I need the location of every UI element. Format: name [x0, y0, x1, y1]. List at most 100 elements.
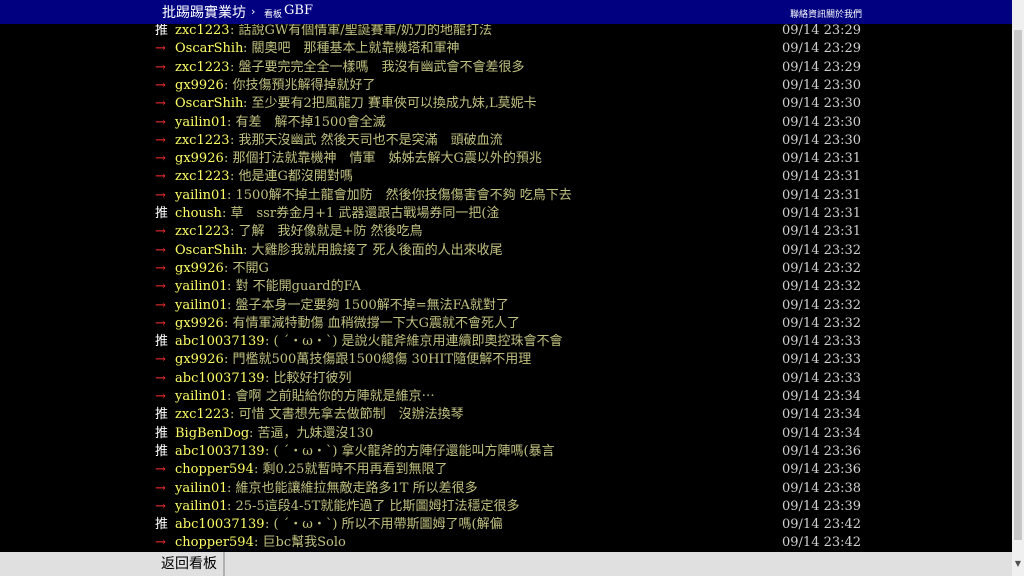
- push-time: 09/14 23:34: [782, 389, 862, 404]
- push-time: 09/14 23:32: [782, 279, 862, 295]
- push-userid: abc10037139: [175, 334, 265, 350]
- push-time: 09/14 23:32: [782, 260, 862, 276]
- push-time: 09/14 23:30: [782, 132, 862, 148]
- push-row: → gx9926: 你技傷預兆解得掉就好了 09/14 23:30: [0, 77, 1012, 95]
- push-time: 09/14 23:31: [782, 187, 862, 203]
- push-tag: 推: [155, 206, 169, 221]
- push-userid: chopper594: [175, 462, 254, 478]
- arrow-tag: →: [155, 260, 166, 276]
- push-row: → zxc1223: 他是連G都沒開對嗎 09/14 23:31: [0, 168, 1012, 186]
- breadcrumb-arrow: ›: [251, 5, 256, 18]
- push-userid: zxc1223: [175, 24, 230, 38]
- push-time: 09/14 23:42: [782, 517, 862, 533]
- arrow-tag: →: [155, 279, 166, 295]
- push-userid: gx9926: [175, 260, 224, 276]
- arrow-tag: →: [155, 151, 166, 167]
- bottom-bar: 返回看板: [0, 552, 1012, 576]
- contact-link[interactable]: 聯絡資訊: [790, 7, 826, 20]
- arrow-tag: →: [155, 480, 166, 496]
- arrow-tag: →: [155, 462, 166, 478]
- arrow-tag: →: [155, 169, 166, 185]
- push-content: : 有差 解不掉1500會全滅: [227, 114, 386, 130]
- push-time: 09/14 23:31: [782, 224, 862, 240]
- push-row: 推 abc10037139: ( ´・ω・`) 所以不用帶斯圖姆了嗎(解偏 09/1…: [0, 516, 1012, 534]
- push-row: → yailin01: 對 不能開guard的FA 09/14 23:32: [0, 278, 1012, 296]
- push-time: 09/14 23:30: [782, 114, 862, 130]
- push-content: : 門檻就500萬技傷跟1500總傷 30HIT隨便解不用理: [224, 352, 532, 368]
- scroll-down-arrow-icon[interactable]: ▼: [1014, 556, 1022, 572]
- arrow-tag: →: [155, 59, 166, 75]
- push-time: 09/14 23:29: [782, 59, 862, 75]
- arrow-tag: →: [155, 187, 166, 203]
- arrow-tag: →: [155, 224, 166, 240]
- push-time: 09/14 23:31: [782, 206, 862, 221]
- push-time: 09/14 23:42: [782, 535, 862, 551]
- push-userid: abc10037139: [175, 443, 265, 459]
- board-name-link[interactable]: GBF: [284, 3, 313, 18]
- push-time: 09/14 23:31: [782, 151, 862, 167]
- push-userid: chopper594: [175, 535, 254, 551]
- push-content: : 盤子本身一定要夠 1500解不掉=無法FA就對了: [227, 297, 509, 313]
- push-content: : 不開G: [224, 260, 269, 276]
- push-userid: zxc1223: [175, 169, 230, 185]
- board-label: 看板: [264, 10, 283, 20]
- push-content: : 可惜 文書想先拿去做節制 沒辦法換琴: [230, 407, 464, 423]
- about-link[interactable]: 關於我們: [826, 7, 862, 20]
- push-content: : 對 不能開guard的FA: [227, 279, 361, 295]
- push-content: : 他是連G都沒開對嗎: [230, 169, 353, 185]
- arrow-tag: →: [155, 297, 166, 313]
- push-row: → chopper594: 剩0.25就暫時不用再看到無限了 09/14 23:36: [0, 461, 1012, 479]
- push-row: → gx9926: 那個打法就靠機神 情軍 姊姊去解大G震以外的預兆 09/14 2…: [0, 150, 1012, 168]
- push-userid: gx9926: [175, 352, 224, 368]
- push-tag: 推: [155, 24, 169, 38]
- push-content: : 我那天沒幽武 然後天司也不是突滿 頭破血流: [230, 132, 503, 148]
- push-content: : 有情軍減特動傷 血稍微撐一下大G震就不會死人了: [224, 315, 521, 331]
- push-userid: abc10037139: [175, 517, 265, 533]
- push-content: : 草 ssr券金月+1 武器還跟古戰場券同一把(淦: [222, 206, 500, 221]
- push-row: → OscarShih: 至少要有2把風龍刀 賽車俠可以換成九妹,L莫妮卡 09/1…: [0, 95, 1012, 113]
- arrow-tag: →: [155, 352, 166, 368]
- arrow-tag: →: [155, 389, 166, 404]
- push-time: 09/14 23:39: [782, 498, 862, 514]
- push-row: → gx9926: 不開G 09/14 23:32: [0, 260, 1012, 278]
- vertical-scrollbar[interactable]: ▼: [1012, 0, 1024, 576]
- push-row: → zxc1223: 了解 我好像就是+防 然後吃鳥 09/14 23:31: [0, 223, 1012, 241]
- site-title-link[interactable]: 批踢踢實業坊: [162, 2, 246, 22]
- push-userid: BigBenDog: [175, 425, 250, 441]
- push-time: 09/14 23:31: [782, 169, 862, 185]
- push-row: → zxc1223: 盤子要完完全全一樣嗎 我沒有幽武會不會差很多 09/14 23…: [0, 59, 1012, 77]
- push-row: → OscarShih: 關奧吧 那種基本上就靠機塔和軍神 09/14 23:29: [0, 40, 1012, 58]
- push-userid: yailin01: [175, 187, 228, 203]
- push-row: → yailin01: 盤子本身一定要夠 1500解不掉=無法FA就對了 09/14…: [0, 297, 1012, 315]
- push-content: : ( ´・ω・`) 所以不用帶斯圖姆了嗎(解偏: [265, 517, 503, 533]
- push-userid: zxc1223: [175, 59, 230, 75]
- push-time: 09/14 23:33: [782, 334, 862, 350]
- push-time: 09/14 23:32: [782, 242, 862, 258]
- push-row: → zxc1223: 我那天沒幽武 然後天司也不是突滿 頭破血流 09/14 23:…: [0, 132, 1012, 150]
- top-navbar: 批踢踢實業坊 › 看板 GBF 聯絡資訊 關於我們: [0, 0, 1012, 24]
- push-userid: zxc1223: [175, 132, 230, 148]
- push-userid: zxc1223: [175, 224, 230, 240]
- scrollbar-thumb[interactable]: [1014, 30, 1022, 540]
- push-userid: yailin01: [175, 297, 228, 313]
- push-row: 推 abc10037139: ( ´・ω・`) 拿火龍斧的方陣仔還能叫方陣嗎(暴言…: [0, 443, 1012, 461]
- push-content: : 大雞胗我就用臉接了 死人後面的人出來收尾: [243, 242, 503, 258]
- push-userid: yailin01: [175, 498, 228, 514]
- push-row: 推 zxc1223: 可惜 文書想先拿去做節制 沒辦法換琴 09/14 23:34: [0, 406, 1012, 424]
- push-userid: zxc1223: [175, 407, 230, 423]
- arrow-tag: →: [155, 535, 166, 551]
- push-userid: gx9926: [175, 151, 224, 167]
- arrow-tag: →: [155, 41, 166, 57]
- push-row: → chopper594: 巨bc幫我Solo 09/14 23:42: [0, 534, 1012, 552]
- push-content: : 你技傷預兆解得掉就好了: [224, 77, 376, 93]
- push-userid: yailin01: [175, 480, 228, 496]
- arrow-tag: →: [155, 370, 166, 386]
- arrow-tag: →: [155, 498, 166, 514]
- push-userid: OscarShih: [175, 242, 244, 258]
- push-row: → yailin01: 維京也能讓維拉無敵走路多1T 所以差很多 09/14 23:…: [0, 480, 1012, 498]
- push-content: : 至少要有2把風龍刀 賽車俠可以換成九妹,L莫妮卡: [243, 96, 537, 112]
- arrow-tag: →: [155, 96, 166, 112]
- push-userid: yailin01: [175, 279, 228, 295]
- push-content: : 會啊 之前貼給你的方陣就是維京⋯: [227, 389, 435, 404]
- back-to-board-button[interactable]: 返回看板: [155, 552, 225, 576]
